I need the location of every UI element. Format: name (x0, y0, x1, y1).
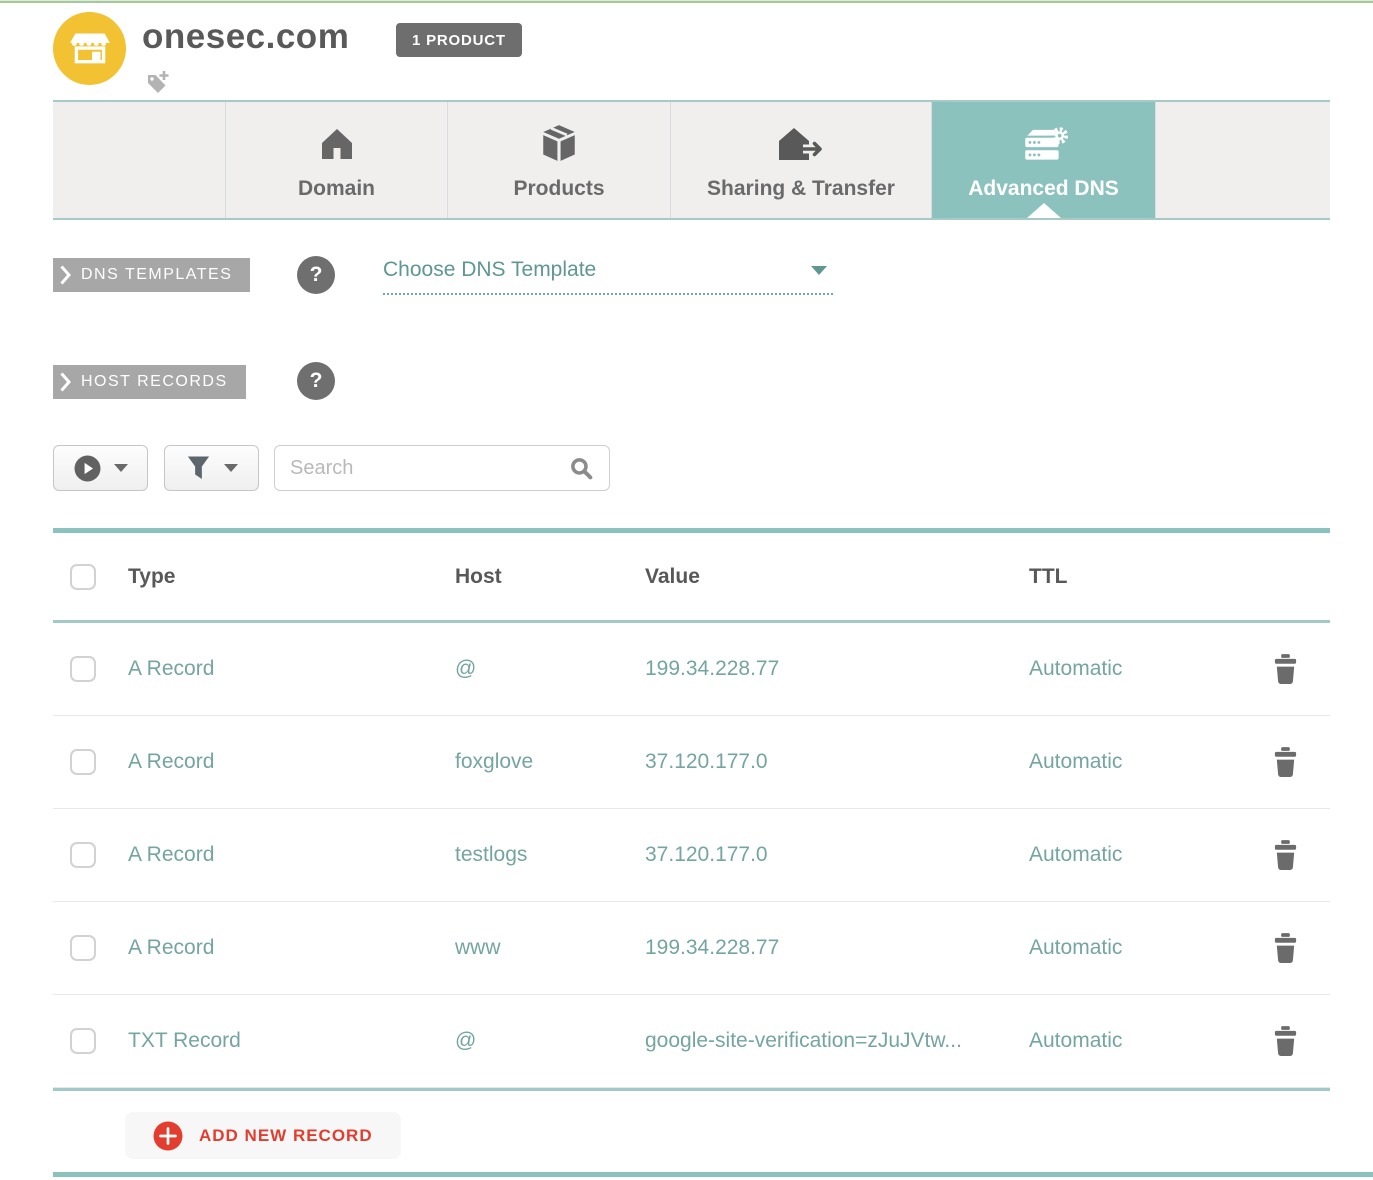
select-all-checkbox[interactable] (70, 564, 96, 590)
ribbon-label: DNS TEMPLATES (81, 266, 232, 284)
filter-button[interactable] (164, 445, 259, 491)
column-header-type: Type (128, 565, 455, 589)
advanced-dns-page: onesec.com 1 PRODUCT Domain (0, 0, 1373, 1180)
table-bottom-border (53, 1088, 1330, 1091)
domain-avatar (53, 12, 126, 85)
record-host: testlogs (455, 843, 645, 867)
ribbon-label: HOST RECORDS (81, 373, 228, 391)
table-header-row: Type Host Value TTL (53, 533, 1330, 623)
chevron-down-icon (811, 266, 827, 275)
delete-record-button[interactable] (1272, 840, 1299, 871)
trash-icon (1272, 747, 1299, 778)
product-count-badge: 1 PRODUCT (396, 23, 522, 57)
dns-template-select[interactable]: Choose DNS Template (383, 258, 833, 295)
column-header-value: Value (645, 565, 1029, 589)
tab-products[interactable]: Products (448, 102, 671, 218)
search-icon (569, 456, 594, 481)
table-row: A Record foxglove 37.120.177.0 Automatic (53, 716, 1330, 809)
record-host: foxglove (455, 750, 645, 774)
record-host: @ (455, 657, 645, 681)
house-icon (316, 120, 358, 164)
host-records-table: Type Host Value TTL A Record @ 199.34.22… (53, 528, 1330, 1091)
filter-funnel-icon (186, 454, 211, 482)
tab-label: Sharing & Transfer (707, 177, 895, 201)
chevron-down-icon (114, 464, 128, 472)
table-row: A Record testlogs 37.120.177.0 Automatic (53, 809, 1330, 902)
record-value: 199.34.228.77 (645, 657, 1029, 681)
column-header-host: Host (455, 565, 645, 589)
add-tag-icon[interactable] (144, 68, 172, 96)
record-value: 37.120.177.0 (645, 750, 1029, 774)
trash-icon (1272, 840, 1299, 871)
dns-templates-help-icon[interactable]: ? (297, 256, 335, 294)
record-type: TXT Record (128, 1029, 455, 1053)
record-value: 37.120.177.0 (645, 843, 1029, 867)
trash-icon (1272, 933, 1299, 964)
tab-bar-spacer (53, 102, 226, 218)
delete-record-button[interactable] (1272, 654, 1299, 685)
delete-record-button[interactable] (1272, 747, 1299, 778)
page-title: onesec.com (142, 17, 349, 57)
dns-templates-ribbon: DNS TEMPLATES (53, 258, 250, 292)
package-box-icon (538, 120, 580, 164)
top-accent-strip (0, 0, 1373, 3)
record-ttl: Automatic (1029, 936, 1240, 960)
table-row: A Record www 199.34.228.77 Automatic (53, 902, 1330, 995)
record-ttl: Automatic (1029, 750, 1240, 774)
trash-icon (1272, 1026, 1299, 1057)
search-input[interactable] (290, 457, 569, 480)
row-checkbox[interactable] (70, 842, 96, 868)
chevron-right-icon (60, 265, 71, 285)
tab-sharing-transfer[interactable]: Sharing & Transfer (671, 102, 932, 218)
record-value: 199.34.228.77 (645, 936, 1029, 960)
storefront-icon (67, 23, 113, 74)
table-row: TXT Record @ google-site-verification=zJ… (53, 995, 1330, 1088)
host-records-help-icon[interactable]: ? (297, 362, 335, 400)
chevron-down-icon (224, 464, 238, 472)
tab-label: Advanced DNS (968, 177, 1119, 201)
tab-advanced-dns[interactable]: Advanced DNS (932, 102, 1156, 218)
row-checkbox[interactable] (70, 935, 96, 961)
bottom-accent-line (53, 1172, 1373, 1177)
trash-icon (1272, 654, 1299, 685)
add-new-record-label: ADD NEW RECORD (199, 1126, 373, 1146)
house-arrow-icon (776, 120, 826, 164)
delete-record-button[interactable] (1272, 1026, 1299, 1057)
tab-label: Products (513, 177, 604, 201)
column-header-ttl: TTL (1029, 565, 1240, 589)
row-checkbox[interactable] (70, 1028, 96, 1054)
record-ttl: Automatic (1029, 843, 1240, 867)
row-checkbox[interactable] (70, 656, 96, 682)
chevron-right-icon (60, 372, 71, 392)
play-circle-icon (74, 455, 101, 482)
tab-domain[interactable]: Domain (226, 102, 448, 218)
record-type: A Record (128, 750, 455, 774)
host-records-ribbon: HOST RECORDS (53, 365, 246, 399)
record-type: A Record (128, 657, 455, 681)
tab-bar-spacer (1156, 102, 1330, 218)
record-type: A Record (128, 843, 455, 867)
table-row: A Record @ 199.34.228.77 Automatic (53, 623, 1330, 716)
dns-template-selected-value: Choose DNS Template (383, 258, 596, 282)
bulk-actions-button[interactable] (53, 445, 148, 491)
record-type: A Record (128, 936, 455, 960)
record-host: www (455, 936, 645, 960)
delete-record-button[interactable] (1272, 933, 1299, 964)
plus-circle-icon (153, 1121, 183, 1151)
record-ttl: Automatic (1029, 1029, 1240, 1053)
add-new-record-button[interactable]: ADD NEW RECORD (125, 1112, 401, 1159)
tab-label: Domain (298, 177, 375, 201)
search-box (274, 445, 610, 491)
record-ttl: Automatic (1029, 657, 1240, 681)
record-value: google-site-verification=zJuJVtw... (645, 1029, 1029, 1053)
record-host: @ (455, 1029, 645, 1053)
tab-bar: Domain Products Sharing & (53, 100, 1330, 220)
server-gear-icon (1019, 120, 1069, 164)
row-checkbox[interactable] (70, 749, 96, 775)
